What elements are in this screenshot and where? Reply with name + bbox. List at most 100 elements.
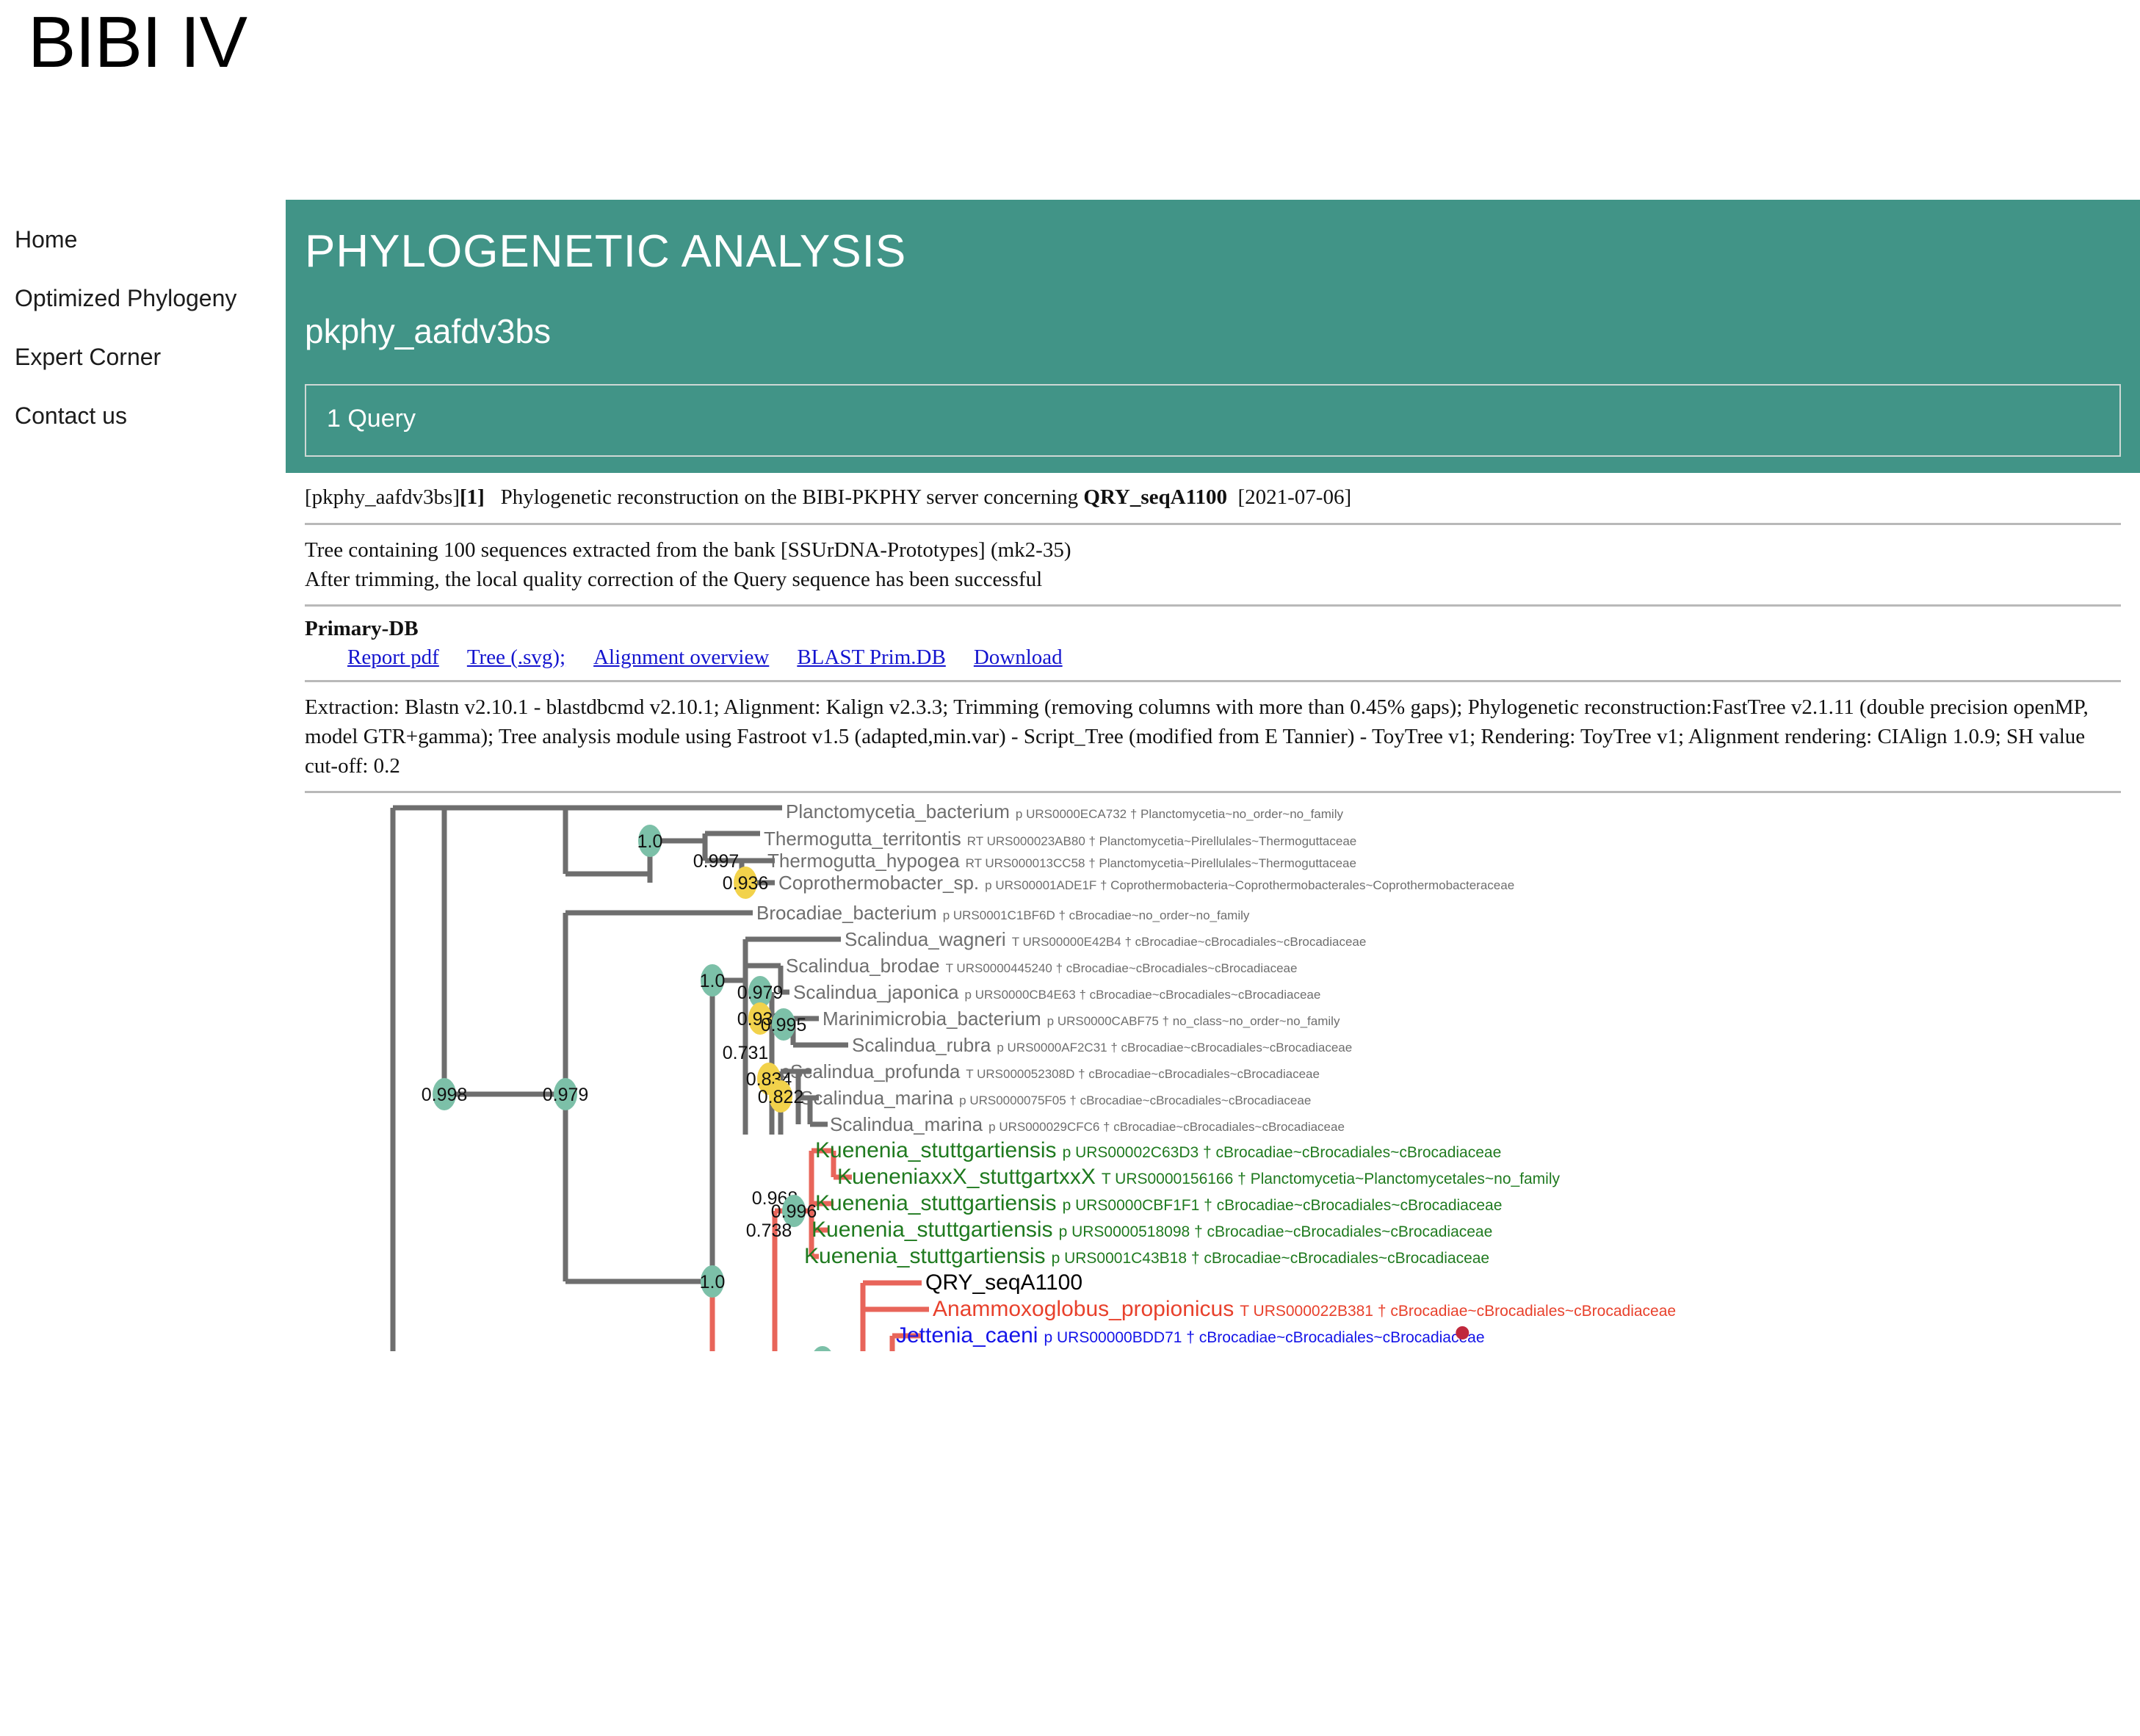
report-id-prefix: [pkphy_aafdv3bs] [305, 485, 460, 510]
report-date: [2021-07-06] [1237, 485, 1352, 510]
tree-support-node: 0.979 [543, 1077, 589, 1110]
tree-leaf-label[interactable]: Scalindua_marina p URS000029CFC6 † cBroca… [830, 1113, 1345, 1135]
svg-text:0.996: 0.996 [771, 1201, 817, 1222]
tree-support-node: 0.997 [693, 851, 740, 872]
svg-text:Kuenenia_stuttgartiensisp URS0: Kuenenia_stuttgartiensis p URS0001C43B18 … [804, 1244, 1489, 1268]
svg-text:0.731: 0.731 [723, 1043, 769, 1063]
tree-leaf-label[interactable]: Kuenenia_stuttgartiensis p URS00002C63D3 … [815, 1138, 1501, 1162]
site-logo-title: BIBI IV [28, 1, 247, 82]
report-links: Report pdf Tree (.svg); Alignment overvi… [305, 645, 2121, 670]
tree-leaf-label[interactable]: Anammoxoglobus_propionicus T URS000022B38… [933, 1297, 1676, 1321]
phylogenetic-tree-container[interactable]: Planctomycetia_bacterium p URS0000ECA732 … [305, 793, 2121, 1351]
tree-support-node: 0.738 [746, 1220, 792, 1241]
svg-text:Jettenia_caenip URS000056DC85: Jettenia_caeni p URS000056DC85 † cBrocadi… [889, 1350, 1475, 1351]
tree-leaf-label[interactable]: Coprothermobacter_sp. p URS00001ADE1F † C… [778, 872, 1514, 894]
tree-leaf-label[interactable]: Thermogutta_territontis RT URS000023AB80 … [764, 828, 1356, 850]
tree-leaf-label[interactable]: Kuenenia_stuttgartiensis p URS0000518098 … [811, 1218, 1492, 1242]
tree-leaf-label[interactable]: cScalindua_profunda T URS000052308D † cBr… [781, 1060, 1320, 1082]
svg-text:Coprothermobacter_sp.p URS0000: Coprothermobacter_sp. p URS00001ADE1F † C… [778, 872, 1514, 894]
tree-support-node: 0.731 [723, 1043, 769, 1063]
main-content: PHYLOGENETIC ANALYSIS pkphy_aafdv3bs 1 Q… [286, 200, 2140, 1351]
svg-text:cScalindua_profundaT URS000052: cScalindua_profunda T URS000052308D † cBr… [781, 1060, 1320, 1082]
svg-text:Scalindua_marinap URS000029CFC: Scalindua_marina p URS000029CFC6 † cBroca… [830, 1113, 1345, 1135]
tree-support-node: 0.992 [814, 1345, 831, 1351]
tree-leaf-label[interactable]: Jettenia_caeni p URS000056DC85 † cBrocadi… [889, 1350, 1475, 1351]
svg-text:Scalindua_japonicap URS0000CB4: Scalindua_japonica p URS0000CB4E63 † cBro… [793, 981, 1320, 1003]
report-index: [1] [460, 485, 485, 510]
svg-text:Scalindua_wagneriT URS00000E42: Scalindua_wagneri T URS00000E42B4 † cBroc… [845, 928, 1366, 950]
tree-support-node: 0.998 [422, 1077, 468, 1110]
report-tree-info: Tree containing 100 sequences extracted … [305, 525, 2121, 604]
tree-leaf-label[interactable]: QRY_seqA1100 [925, 1270, 1082, 1295]
svg-text:0.979: 0.979 [543, 1085, 589, 1105]
svg-text:1.0: 1.0 [700, 971, 726, 991]
phylogenetic-tree-svg[interactable]: Planctomycetia_bacterium p URS0000ECA732 … [305, 793, 2121, 1351]
svg-text:Kuenenia_stuttgartiensisp URS0: Kuenenia_stuttgartiensis p URS00002C63D3 … [815, 1138, 1501, 1162]
svg-text:1.0: 1.0 [637, 831, 663, 852]
svg-text:KueneniaxxX_stuttgartxxXT URS0: KueneniaxxX_stuttgartxxX T URS0000156166 … [837, 1165, 1561, 1189]
svg-text:Kuenenia_stuttgartiensisp URS0: Kuenenia_stuttgartiensis p URS0000518098 … [811, 1218, 1492, 1242]
tree-leaf-label[interactable]: Kuenenia_stuttgartiensis p URS0000CBF1F1 … [815, 1191, 1502, 1215]
svg-text:1.0: 1.0 [700, 1272, 726, 1292]
tree-leaf-label[interactable]: Marinimicrobia_bacterium p URS0000CABF75 … [823, 1008, 1340, 1030]
tree-leaf-label[interactable]: Jettenia_caeni p URS00000BDD71 † cBrocadi… [896, 1323, 1485, 1348]
link-tree-svg[interactable]: Tree (.svg); [467, 645, 565, 669]
svg-text:Jettenia_caenip URS00000BDD71: Jettenia_caeni p URS00000BDD71 † cBrocadi… [896, 1323, 1485, 1348]
tree-leaf-label[interactable]: Scalindua_brodae T URS0000445240 † cBroca… [786, 955, 1297, 977]
tree-leaf-label[interactable]: Scalindua_japonica p URS0000CB4E63 † cBro… [793, 981, 1320, 1003]
tree-support-node: 1.0 [700, 1265, 726, 1298]
tree-leaf-label[interactable]: Thermogutta_hypogea RT URS000013CC58 † Pl… [767, 850, 1356, 872]
svg-text:Planctomycetia_bacteriump URS0: Planctomycetia_bacterium p URS0000ECA732 … [786, 800, 1343, 822]
sidebar-item-contact-us[interactable]: Contact us [13, 402, 286, 430]
page-title: PHYLOGENETIC ANALYSIS [305, 226, 907, 277]
svg-text:Thermogutta_territontisRT URS0: Thermogutta_territontis RT URS000023AB80 … [764, 828, 1356, 850]
svg-text:0.738: 0.738 [746, 1220, 792, 1241]
trim-info-line: After trimming, the local quality correc… [305, 567, 1043, 591]
report-db-section: Primary-DB Report pdf Tree (.svg); Align… [305, 607, 2121, 680]
svg-text:Marinimicrobia_bacteriump URS0: Marinimicrobia_bacterium p URS0000CABF75 … [823, 1008, 1340, 1030]
query-match-marker [1456, 1325, 1470, 1339]
tree-leaf-label[interactable]: Planctomycetia_bacterium p URS0000ECA732 … [786, 800, 1343, 822]
svg-text:0.822: 0.822 [758, 1087, 804, 1107]
svg-text:Kuenenia_stuttgartiensisp URS0: Kuenenia_stuttgartiensis p URS0000CBF1F1 … [815, 1191, 1502, 1215]
svg-text:0.995: 0.995 [761, 1015, 807, 1035]
tree-leaf-label[interactable]: Scalindua_wagneri T URS00000E42B4 † cBroc… [845, 928, 1366, 950]
tree-leaf-label[interactable]: Kuenenia_stuttgartiensis p URS0001C43B18 … [804, 1244, 1489, 1268]
brand-bar: BIBI IV [0, 0, 2140, 200]
link-report-pdf[interactable]: Report pdf [347, 645, 439, 669]
methods-text: Extraction: Blastn v2.10.1 - blastdbcmd … [305, 695, 2089, 778]
primary-db-label: Primary-DB [305, 616, 419, 640]
svg-text:Scalindua_rubrap URS0000AF2C31: Scalindua_rubra p URS0000AF2C31 † cBrocad… [852, 1034, 1352, 1056]
analysis-id: pkphy_aafdv3bs [305, 312, 552, 351]
sidebar-item-optimized-phylogeny[interactable]: Optimized Phylogeny [13, 285, 286, 312]
svg-text:0.979: 0.979 [737, 983, 784, 1003]
link-alignment-overview[interactable]: Alignment overview [593, 645, 769, 669]
svg-text:Thermogutta_hypogeaRT URS00001: Thermogutta_hypogea RT URS000013CC58 † Pl… [767, 850, 1356, 872]
report-methods: Extraction: Blastn v2.10.1 - blastdbcmd … [305, 682, 2121, 791]
link-blast-prim-db[interactable]: BLAST Prim.DB [797, 645, 946, 669]
sidebar-nav: Home Optimized Phylogeny Expert Corner C… [0, 200, 286, 461]
query-count-label: 1 Query [327, 405, 416, 433]
tree-support-node: 1.0 [700, 963, 726, 997]
tree-leaf-label[interactable]: Scalindua_marina p URS0000075F05 † cBroca… [800, 1087, 1311, 1109]
report-query-name: QRY_seqA1100 [1083, 485, 1227, 510]
report-panel: [pkphy_aafdv3bs][1] Phylogenetic reconst… [286, 473, 2140, 1351]
query-count-box[interactable]: 1 Query [305, 384, 2121, 457]
svg-text:Anammoxoglobus_propionicusT UR: Anammoxoglobus_propionicus T URS000022B38… [933, 1297, 1676, 1321]
tree-support-node: 1.0 [637, 824, 663, 857]
report-headline: Phylogenetic reconstruction on the BIBI-… [500, 485, 1079, 510]
report-headline-row: [pkphy_aafdv3bs][1] Phylogenetic reconst… [305, 473, 2121, 522]
svg-text:Scalindua_brodaeT URS000044524: Scalindua_brodae T URS0000445240 † cBroca… [786, 955, 1297, 977]
svg-text:Brocadiae_bacteriump URS0001C1: Brocadiae_bacterium p URS0001C1BF6D † cBr… [756, 902, 1250, 924]
tree-leaf-label[interactable]: KueneniaxxX_stuttgartxxX T URS0000156166 … [837, 1165, 1561, 1189]
svg-text:0.997: 0.997 [693, 851, 740, 872]
page-header: PHYLOGENETIC ANALYSIS pkphy_aafdv3bs 1 Q… [286, 200, 2140, 474]
tree-info-line: Tree containing 100 sequences extracted … [305, 538, 1071, 562]
svg-text:QRY_seqA1100: QRY_seqA1100 [925, 1270, 1082, 1295]
tree-leaf-label[interactable]: Scalindua_rubra p URS0000AF2C31 † cBrocad… [852, 1034, 1352, 1056]
sidebar-item-home[interactable]: Home [13, 226, 286, 253]
link-download[interactable]: Download [974, 645, 1063, 669]
svg-text:0.998: 0.998 [422, 1085, 468, 1105]
sidebar-item-expert-corner[interactable]: Expert Corner [13, 344, 286, 371]
tree-leaf-label[interactable]: Brocadiae_bacterium p URS0001C1BF6D † cBr… [756, 902, 1250, 924]
